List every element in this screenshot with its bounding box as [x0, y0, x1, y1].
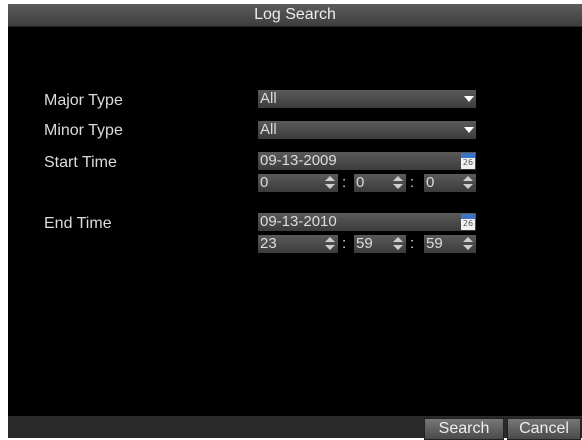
start-time-label: Start Time [44, 154, 117, 171]
spinner-arrows-icon[interactable] [463, 176, 473, 190]
start-second-value: 0 [426, 174, 435, 191]
start-minute-spinner[interactable]: 0 [354, 174, 406, 192]
start-date-field[interactable]: 09-13-2009 26 [258, 152, 476, 170]
end-date-field[interactable]: 09-13-2010 26 [258, 213, 476, 231]
title-bar: Log Search [8, 4, 582, 27]
spinner-arrows-icon[interactable] [325, 237, 335, 251]
spinner-arrows-icon[interactable] [393, 237, 403, 251]
chevron-down-icon [464, 127, 474, 133]
major-type-select[interactable]: All [258, 90, 476, 108]
dialog-title: Log Search [254, 6, 336, 23]
end-second-spinner[interactable]: 59 [424, 235, 476, 253]
start-minute-value: 0 [356, 174, 365, 191]
spinner-arrows-icon[interactable] [393, 176, 403, 190]
end-minute-value: 59 [356, 235, 373, 252]
end-hour-spinner[interactable]: 23 [258, 235, 338, 253]
end-second-value: 59 [426, 235, 443, 252]
major-type-value: All [260, 90, 277, 107]
cancel-button[interactable]: Cancel [507, 418, 581, 440]
spinner-arrows-icon[interactable] [463, 237, 473, 251]
start-date-value: 09-13-2009 [260, 152, 337, 169]
major-type-label: Major Type [44, 92, 123, 109]
search-button[interactable]: Search [424, 418, 504, 440]
spinner-arrows-icon[interactable] [325, 176, 335, 190]
log-search-dialog: Log Search Major Type All Minor Type All… [8, 4, 582, 440]
calendar-icon[interactable]: 26 [461, 214, 475, 230]
time-separator: : [410, 174, 415, 191]
end-minute-spinner[interactable]: 59 [354, 235, 406, 253]
start-hour-spinner[interactable]: 0 [258, 174, 338, 192]
time-separator: : [342, 174, 347, 191]
chevron-down-icon [464, 96, 474, 102]
calendar-icon[interactable]: 26 [461, 153, 475, 169]
minor-type-label: Minor Type [44, 122, 123, 139]
time-separator: : [410, 235, 415, 252]
end-date-value: 09-13-2010 [260, 213, 337, 230]
end-hour-value: 23 [260, 235, 277, 252]
minor-type-value: All [260, 121, 277, 138]
start-hour-value: 0 [260, 174, 269, 191]
end-time-label: End Time [44, 215, 112, 232]
time-separator: : [342, 235, 347, 252]
start-second-spinner[interactable]: 0 [424, 174, 476, 192]
minor-type-select[interactable]: All [258, 121, 476, 139]
